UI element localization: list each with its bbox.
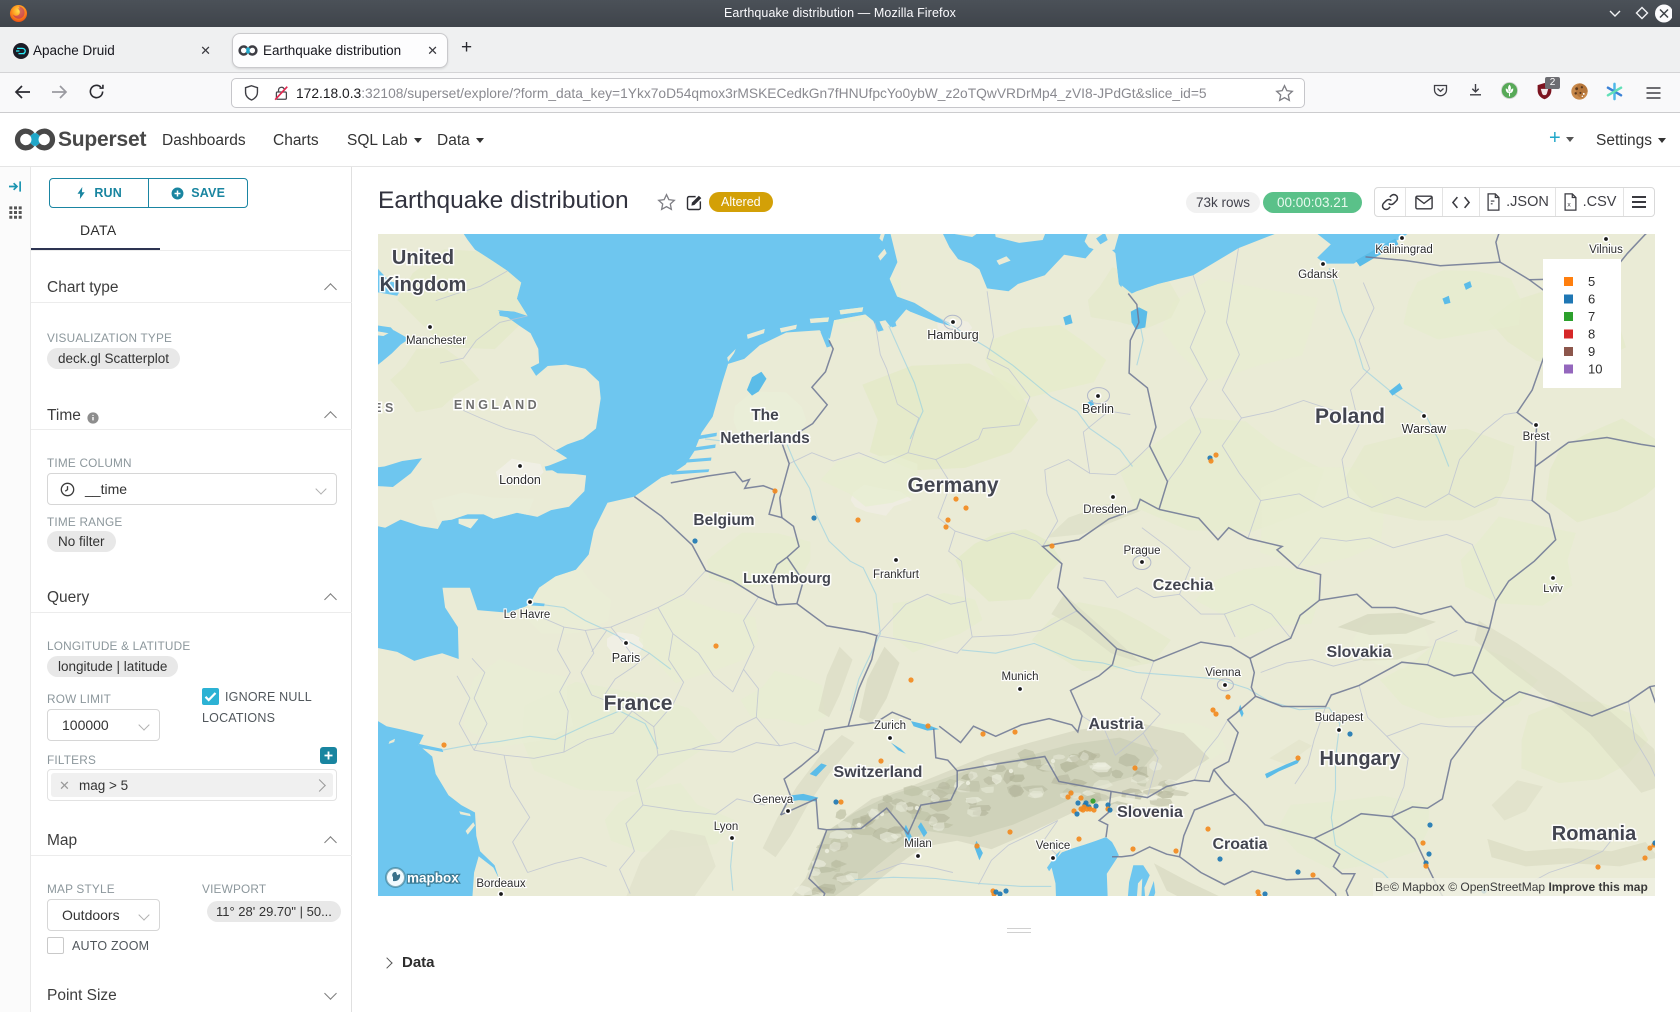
svg-text:Lviv: Lviv: [1543, 583, 1563, 595]
svg-text:Lyon: Lyon: [714, 821, 739, 833]
svg-text:Munich: Munich: [1001, 671, 1038, 683]
svg-text:Switzerland: Switzerland: [834, 764, 923, 781]
svg-text:Kaliningrad: Kaliningrad: [1375, 244, 1433, 256]
svg-text:6: 6: [1588, 292, 1595, 307]
svg-text:Be: Be: [1375, 880, 1390, 894]
svg-text:Kingdom: Kingdom: [380, 274, 467, 296]
svg-text:Luxembourg: Luxembourg: [743, 571, 831, 587]
svg-text:5: 5: [1588, 274, 1595, 289]
svg-text:Le Havre: Le Havre: [504, 609, 551, 621]
svg-text:Zurich: Zurich: [874, 720, 906, 732]
svg-text:Berlin: Berlin: [1082, 402, 1114, 416]
svg-text:Gdansk: Gdansk: [1298, 269, 1338, 281]
svg-text:© Mapbox © OpenStreetMap Impro: © Mapbox © OpenStreetMap Improve this ma…: [1390, 880, 1648, 894]
svg-text:Milan: Milan: [904, 838, 931, 850]
svg-text:Germany: Germany: [907, 474, 998, 497]
svg-text:ES: ES: [378, 401, 397, 415]
svg-text:Vienna: Vienna: [1205, 667, 1241, 679]
svg-text:8: 8: [1588, 327, 1595, 342]
svg-text:Austria: Austria: [1088, 716, 1143, 733]
svg-text:Brest: Brest: [1523, 431, 1551, 443]
svg-text:France: France: [604, 692, 673, 715]
svg-text:Dresden: Dresden: [1083, 504, 1126, 516]
svg-text:x: x: [1567, 202, 1571, 209]
svg-text:ENGLAND: ENGLAND: [454, 398, 540, 412]
svg-text:Frankfurt: Frankfurt: [873, 569, 920, 581]
svg-text:Hamburg: Hamburg: [927, 328, 978, 342]
svg-text:Vilnius: Vilnius: [1589, 244, 1623, 256]
svg-text:Slovenia: Slovenia: [1117, 804, 1183, 821]
svg-text:Hungary: Hungary: [1319, 748, 1401, 770]
svg-text:Prague: Prague: [1123, 545, 1160, 557]
svg-text:Budapest: Budapest: [1315, 712, 1364, 724]
svg-text:7: 7: [1588, 309, 1595, 324]
svg-text:Netherlands: Netherlands: [720, 430, 810, 447]
svg-text:Bordeaux: Bordeaux: [476, 878, 525, 890]
svg-text:Czechia: Czechia: [1153, 577, 1214, 594]
svg-text:Manchester: Manchester: [406, 335, 466, 347]
svg-text:mapbox: mapbox: [407, 871, 459, 886]
svg-text:London: London: [499, 473, 541, 487]
svg-text:10: 10: [1588, 362, 1602, 377]
svg-text:Romania: Romania: [1552, 823, 1637, 845]
svg-text:Geneva: Geneva: [753, 794, 794, 806]
svg-text:Venice: Venice: [1036, 840, 1071, 852]
svg-text:Paris: Paris: [612, 651, 640, 665]
svg-text:Warsaw: Warsaw: [1402, 422, 1448, 436]
svg-text:Croatia: Croatia: [1212, 836, 1267, 853]
svg-text:United: United: [392, 247, 454, 269]
svg-text:Poland: Poland: [1315, 405, 1385, 428]
svg-text:Belgium: Belgium: [693, 512, 754, 529]
svg-text:Slovakia: Slovakia: [1327, 644, 1392, 661]
svg-text:The: The: [751, 407, 779, 424]
svg-text:9: 9: [1588, 344, 1595, 359]
